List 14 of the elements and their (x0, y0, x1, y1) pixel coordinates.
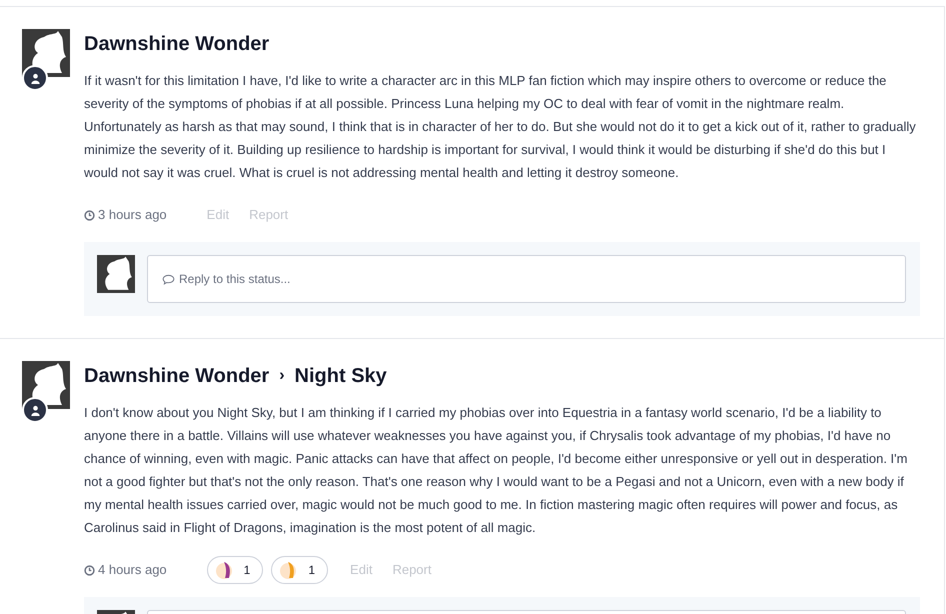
post-text: If it wasn't for this limitation I have, I'd like to write a character arc in this MLP fan fiction which may inspire others to overcome or reduce the severity of the symptoms of phobias if at all possible. Princess Luna helping my OC to deal with fear of vomit in the nightmare realm. Unfortunately as harsh as that may sound, I think that is in character of her to do. But she would not do it to get a kick out of it, rather to gradually minimize the severity of it. Building up resilience to hardship is important for survival, I would think it would be disturbing if she'd do this but I would not say it was cruel. What is cruel is not addressing mental health and letting it destroy someone. (84, 72, 917, 182)
timestamp[interactable]: 3 hours ago (84, 205, 167, 225)
post-text: I don't know about you Night Sky, but I am thinking if I carried my phobias over into Equestria in a fantasy world scenario, I'd be a liability to anyone there in a battle. Villains will use whatever weaknesses you have against you, if Chrysalis took advantage of my phobias, I'd have no chance of winning, even with magic. Panic attacks can have that affect on people, I'd become either unresponsive or yell out in desperation. I'm not a good fighter but that's not the only reason. That's one reason why I would want to be a Pegasi and not a Unicorn, even with a new body if my mental health issues carried over, magic would not be much good to me. In fiction mastering magic often requires will power and focus, as Carolinus said in Flight of Dragons, imagination is the most potent of all magic. (84, 404, 908, 537)
reaction-button[interactable]: 1 (206, 556, 264, 584)
separator-text: › (279, 366, 285, 386)
reaction-button[interactable]: 1 (271, 556, 328, 584)
author-name[interactable]: Dawnshine Wonder (84, 29, 270, 59)
clock-icon (84, 564, 95, 576)
reply-field[interactable]: Reply to this status... (147, 255, 906, 303)
recipient-name[interactable]: Night Sky (294, 361, 387, 391)
speech-bubble-icon (162, 274, 175, 284)
author-name[interactable]: Dawnshine Wonder (84, 361, 270, 391)
clock-icon (84, 210, 95, 220)
timestamp[interactable]: 4 hours ago (84, 560, 167, 580)
